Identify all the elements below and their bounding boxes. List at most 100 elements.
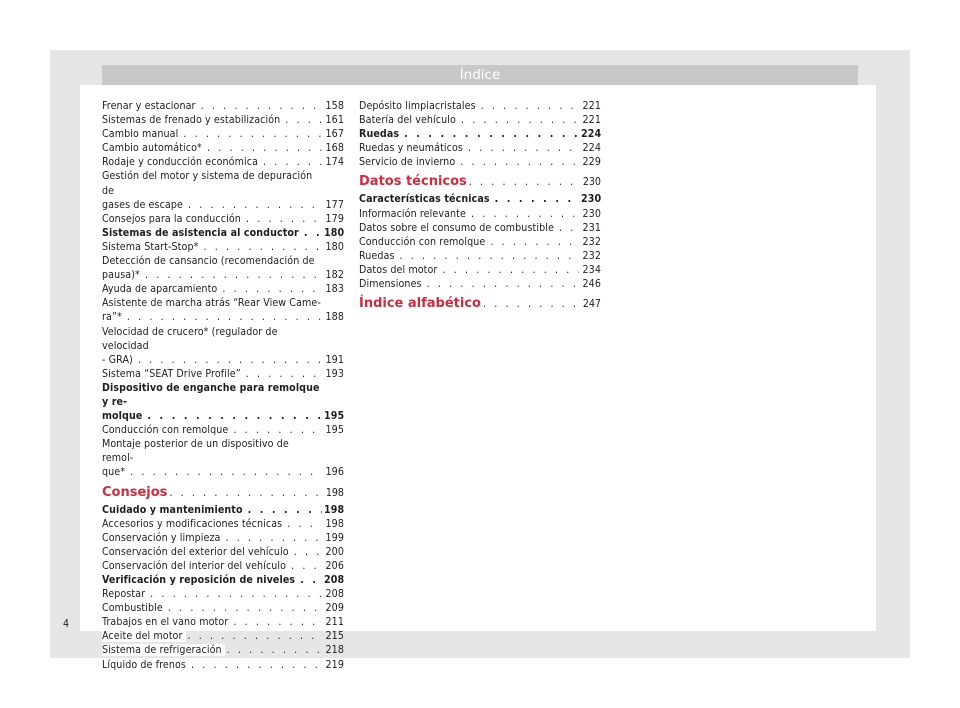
entry-label: Sistemas de frenado y estabilización bbox=[102, 113, 284, 127]
entry-text: ra”* bbox=[102, 310, 125, 325]
toc-entry[interactable]: Información relevante . . . . . . . . . … bbox=[359, 207, 601, 221]
toc-entry[interactable]: Conservación del exterior del vehículo .… bbox=[102, 545, 344, 559]
toc-entry[interactable]: Montaje posterior de un dispositivo de r… bbox=[102, 437, 344, 480]
toc-entry[interactable]: Ayuda de aparcamiento . . . . . . . . . … bbox=[102, 282, 344, 296]
dot-leader: . . . . . . . . . . . . . . . . . . . . … bbox=[399, 249, 579, 262]
entry-label: Velocidad de crucero* (regulador de velo… bbox=[102, 325, 324, 367]
toc-entry[interactable]: Verificación y reposición de niveles . .… bbox=[102, 573, 344, 587]
toc-entry[interactable]: Conducción con remolque . . . . . . . . … bbox=[102, 423, 344, 437]
toc-entry[interactable]: Ruedas . . . . . . . . . . . . . . . . .… bbox=[359, 127, 601, 141]
page-ref: 198 bbox=[324, 503, 345, 516]
entry-text: Conservación del interior del vehículo bbox=[102, 559, 290, 572]
toc-entry[interactable]: Datos del motor . . . . . . . . . . . . … bbox=[359, 263, 601, 277]
page-ref: 230 bbox=[581, 193, 602, 206]
toc-entry[interactable]: Trabajos en el vano motor . . . . . . . … bbox=[102, 615, 344, 629]
toc-section-heading[interactable]: Índice alfabético . . . . . . . . . . . … bbox=[359, 297, 601, 311]
toc-entry[interactable]: Detección de cansancio (recomendación de… bbox=[102, 254, 344, 283]
page-ref: 221 bbox=[582, 114, 601, 127]
toc-right-column: Depósito limpiacristales . . . . . . . .… bbox=[359, 99, 601, 314]
entry-line: Detección de cansancio (recomendación de bbox=[102, 254, 324, 268]
page-ref: 224 bbox=[581, 128, 602, 141]
toc-entry[interactable]: Repostar . . . . . . . . . . . . . . . .… bbox=[102, 587, 344, 601]
dot-leader: . . . . . . . . . . . . . . . . . . . . … bbox=[483, 298, 579, 311]
dot-leader: . . . . . . . . . . . . . . . . . . . . … bbox=[203, 240, 322, 253]
page-title: Índice bbox=[102, 65, 858, 85]
toc-entry[interactable]: Datos sobre el consumo de combustible . … bbox=[359, 221, 601, 235]
toc-entry[interactable]: Dimensiones . . . . . . . . . . . . . . … bbox=[359, 277, 601, 291]
toc-left-column: Frenar y estacionar . . . . . . . . . . … bbox=[102, 99, 344, 672]
toc-entry[interactable]: Sistema “SEAT Drive Profile” . . . . . .… bbox=[102, 367, 344, 381]
entry-label: Servicio de invierno bbox=[359, 155, 459, 169]
toc-section-heading[interactable]: Consejos . . . . . . . . . . . . . . . .… bbox=[102, 484, 344, 500]
entry-text: - GRA) bbox=[102, 352, 136, 367]
toc-entry[interactable]: Velocidad de crucero* (regulador de velo… bbox=[102, 325, 344, 367]
toc-entry[interactable]: Depósito limpiacristales . . . . . . . .… bbox=[359, 99, 601, 113]
entry-text: Ruedas y neumáticos bbox=[359, 142, 466, 155]
toc-entry[interactable]: Dispositivo de enganche para remolque y … bbox=[102, 381, 345, 424]
toc-entry[interactable]: Conservación del interior del vehículo .… bbox=[102, 559, 344, 573]
toc-entry[interactable]: Accesorios y modificaciones técnicas . .… bbox=[102, 517, 344, 531]
entry-text: Sistema de refrigeración bbox=[102, 644, 225, 657]
toc-entry[interactable]: Ruedas . . . . . . . . . . . . . . . . .… bbox=[359, 249, 601, 263]
toc-entry[interactable]: Líquido de frenos . . . . . . . . . . . … bbox=[102, 658, 344, 672]
entry-label: Batería del vehículo bbox=[359, 113, 459, 127]
page-ref: 168 bbox=[325, 142, 344, 155]
page-ref: 183 bbox=[325, 283, 344, 296]
toc-entry[interactable]: Sistemas de asistencia al conductor . . … bbox=[102, 226, 344, 240]
entry-text: Conservación del exterior del vehículo bbox=[102, 545, 292, 558]
entry-text: Gestión del motor y sistema de depuració… bbox=[102, 170, 313, 197]
toc-entry[interactable]: Sistema de refrigeración . . . . . . . .… bbox=[102, 643, 344, 657]
page-ref: 208 bbox=[325, 588, 344, 601]
entry-text: Conducción con remolque bbox=[102, 424, 232, 437]
page-ref: 209 bbox=[325, 602, 344, 615]
entry-text: Rodaje y conducción económica bbox=[102, 156, 262, 169]
toc-entry[interactable]: Sistema Start-Stop* . . . . . . . . . . … bbox=[102, 240, 344, 254]
toc-entry[interactable]: Cambio automático* . . . . . . . . . . .… bbox=[102, 141, 344, 155]
toc-entry[interactable]: Servicio de invierno . . . . . . . . . .… bbox=[359, 155, 601, 169]
toc-entry[interactable]: Ruedas y neumáticos . . . . . . . . . . … bbox=[359, 141, 601, 155]
toc-entry[interactable]: Asistente de marcha atrás “Rear View Cam… bbox=[102, 296, 344, 325]
dot-leader: . . . . . . . . . . . . . . . . . . . . … bbox=[468, 176, 579, 189]
toc-entry[interactable]: Rodaje y conducción económica . . . . . … bbox=[102, 155, 344, 169]
entry-text: Consejos para la conducción bbox=[102, 212, 244, 225]
entry-label: Rodaje y conducción económica bbox=[102, 155, 262, 169]
dot-leader: . . . . . . . . . . . . . . . . . . . . … bbox=[191, 658, 322, 671]
toc-entry[interactable]: Consejos para la conducción . . . . . . … bbox=[102, 212, 344, 226]
entry-line: que* . . . . . . . . . . . . . . . . . .… bbox=[102, 465, 324, 480]
section-title: Consejos bbox=[102, 484, 168, 500]
entry-label: Detección de cansancio (recomendación de… bbox=[102, 254, 324, 283]
dot-leader: . . . . . . . . . . . . . . . . . . . . … bbox=[225, 531, 323, 544]
toc-entry[interactable]: Gestión del motor y sistema de depuració… bbox=[102, 169, 344, 212]
entry-label: Ayuda de aparcamiento bbox=[102, 282, 221, 296]
toc-entry[interactable]: Conducción con remolque . . . . . . . . … bbox=[359, 235, 601, 249]
toc-section-heading[interactable]: Datos técnicos . . . . . . . . . . . . .… bbox=[359, 175, 601, 189]
entry-label: Líquido de frenos bbox=[102, 658, 189, 672]
toc-entry[interactable]: Conservación y limpieza . . . . . . . . … bbox=[102, 531, 344, 545]
entry-text: Sistemas de asistencia al conductor bbox=[102, 226, 302, 239]
entry-text: Características técnicas bbox=[359, 193, 493, 206]
entry-text: Repostar bbox=[102, 588, 149, 601]
dot-leader: . . . . . . . . . . . . . . . . . . . . … bbox=[188, 198, 322, 211]
toc-entry[interactable]: Frenar y estacionar . . . . . . . . . . … bbox=[102, 99, 344, 113]
entry-text: Conducción con remolque bbox=[359, 235, 489, 248]
entry-label: Montaje posterior de un dispositivo de r… bbox=[102, 437, 324, 480]
page-ref: 195 bbox=[325, 424, 344, 437]
toc-entry[interactable]: Batería del vehículo . . . . . . . . . .… bbox=[359, 113, 601, 127]
page-ref: 180 bbox=[324, 226, 345, 239]
dot-leader: . . . . . . . . . . . . . . . . . . . . … bbox=[245, 367, 322, 380]
page-ref: 218 bbox=[325, 644, 344, 657]
entry-label: Datos del motor bbox=[359, 263, 441, 277]
dot-leader: . . . . . . . . . . . . . . . . . . . . … bbox=[226, 644, 322, 657]
page-ref: 195 bbox=[324, 410, 345, 423]
entry-label: Dispositivo de enganche para remolque y … bbox=[102, 381, 324, 424]
entry-label: Sistema Start-Stop* bbox=[102, 240, 202, 254]
toc-entry[interactable]: Cuidado y mantenimiento . . . . . . . . … bbox=[102, 503, 344, 517]
toc-entry[interactable]: Aceite del motor . . . . . . . . . . . .… bbox=[102, 629, 344, 643]
toc-entry[interactable]: Combustible . . . . . . . . . . . . . . … bbox=[102, 601, 344, 615]
toc-entry[interactable]: Características técnicas . . . . . . . .… bbox=[359, 192, 601, 206]
page-ref: 193 bbox=[325, 367, 344, 380]
toc-entry[interactable]: Cambio manual . . . . . . . . . . . . . … bbox=[102, 127, 344, 141]
entry-label: Accesorios y modificaciones técnicas bbox=[102, 517, 286, 531]
dot-leader: . . . . . . . . . . . . . . . . . . . . … bbox=[233, 616, 322, 629]
toc-entry[interactable]: Sistemas de frenado y estabilización . .… bbox=[102, 113, 344, 127]
